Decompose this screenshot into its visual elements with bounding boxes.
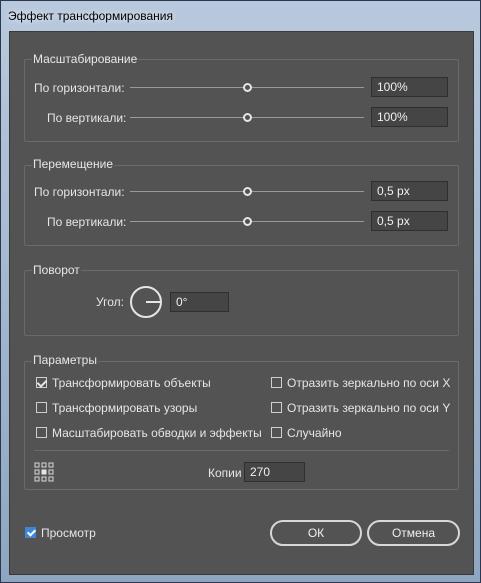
reflect-x-label[interactable]: Отразить зеркально по оси X — [287, 376, 450, 390]
scale-group — [24, 59, 459, 142]
random-label[interactable]: Случайно — [287, 426, 342, 440]
cancel-button[interactable]: Отмена — [367, 520, 460, 546]
preview-checkbox[interactable] — [25, 527, 36, 538]
ok-button[interactable]: ОК — [270, 520, 362, 546]
scale-horizontal-slider-handle[interactable] — [243, 83, 252, 92]
rotate-group — [24, 270, 459, 336]
reference-point-grid-icon[interactable] — [34, 462, 54, 482]
scale-group-title: Масштабирование — [32, 52, 139, 66]
move-horizontal-slider-handle[interactable] — [243, 187, 252, 196]
move-vertical-input[interactable] — [371, 211, 448, 231]
copies-input[interactable] — [244, 462, 305, 482]
reflect-x-checkbox[interactable] — [271, 377, 282, 388]
dialog-body: Масштабирование По горизонтали: По верти… — [9, 31, 474, 575]
scale-strokes-checkbox[interactable] — [36, 427, 47, 438]
move-vertical-slider-handle[interactable] — [243, 217, 252, 226]
move-group-title: Перемещение — [32, 157, 114, 171]
params-divider — [34, 450, 449, 451]
title-bar[interactable]: Эффект трансформирования — [1, 1, 481, 31]
move-group — [24, 165, 459, 246]
preview-label[interactable]: Просмотр — [41, 526, 96, 540]
rotate-group-title: Поворот — [32, 263, 81, 277]
window-title: Эффект трансформирования — [8, 9, 173, 23]
angle-label: Угол: — [96, 295, 124, 309]
transform-patterns-label[interactable]: Трансформировать узоры — [52, 401, 197, 415]
transform-patterns-checkbox[interactable] — [36, 402, 47, 413]
dialog-window: Эффект трансформирования Масштабирование… — [0, 0, 481, 583]
random-checkbox[interactable] — [271, 427, 282, 438]
scale-vertical-input[interactable] — [371, 107, 448, 127]
copies-label: Копии — [208, 466, 242, 480]
transform-objects-label[interactable]: Трансформировать объекты — [52, 376, 211, 390]
move-horizontal-label: По горизонтали: — [34, 185, 125, 199]
reflect-y-label[interactable]: Отразить зеркально по оси Y — [287, 401, 450, 415]
transform-objects-checkbox[interactable] — [36, 377, 47, 388]
angle-input[interactable] — [170, 292, 229, 312]
scale-vertical-label: По вертикали: — [47, 111, 127, 125]
move-horizontal-input[interactable] — [371, 181, 448, 201]
scale-strokes-label[interactable]: Масштабировать обводки и эффекты — [52, 426, 262, 440]
params-group-title: Параметры — [32, 353, 98, 367]
scale-vertical-slider-handle[interactable] — [243, 113, 252, 122]
reflect-y-checkbox[interactable] — [271, 402, 282, 413]
move-vertical-label: По вертикали: — [47, 215, 127, 229]
scale-horizontal-label: По горизонтали: — [34, 81, 125, 95]
angle-dial-icon[interactable] — [129, 285, 163, 319]
scale-horizontal-input[interactable] — [371, 77, 448, 97]
